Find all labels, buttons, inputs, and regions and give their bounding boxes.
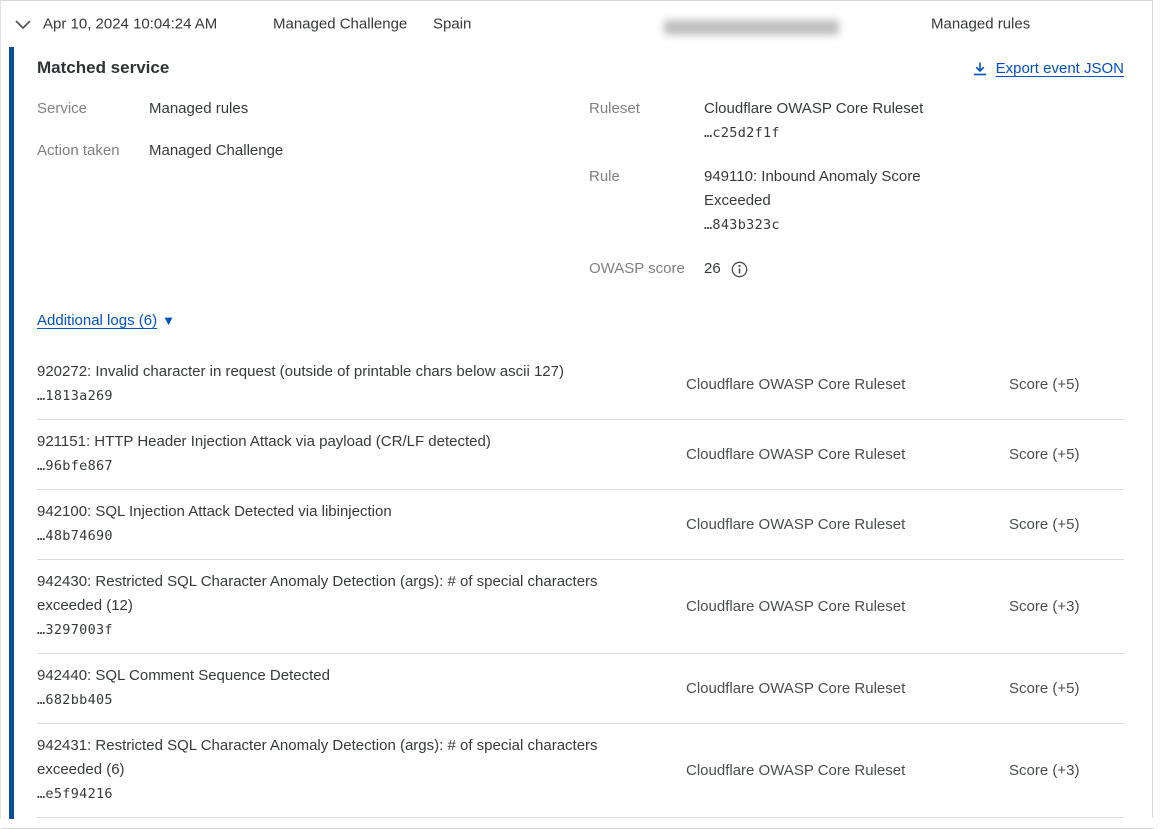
log-rule-id: …48b74690 bbox=[37, 524, 686, 548]
event-action: Managed Challenge bbox=[273, 16, 407, 33]
log-rule-title: 920272: Invalid character in request (ou… bbox=[37, 360, 642, 384]
field-owasp-score: OWASP score 26 bbox=[589, 257, 1009, 281]
field-label: Action taken bbox=[37, 139, 149, 163]
rule-name: 949110: Inbound Anomaly Score Exceeded bbox=[704, 165, 954, 213]
log-rule-id: …3297003f bbox=[37, 618, 686, 642]
log-rule-title: 921151: HTTP Header Injection Attack via… bbox=[37, 430, 642, 454]
ruleset-name: Cloudflare OWASP Core Ruleset bbox=[704, 97, 954, 121]
field-value: Cloudflare OWASP Core Ruleset …c25d2f1f bbox=[704, 97, 954, 145]
redacted-text bbox=[664, 20, 839, 35]
log-title-cell: 942440: SQL Comment Sequence Detected …6… bbox=[37, 664, 686, 712]
log-row: 920272: Invalid character in request (ou… bbox=[37, 350, 1124, 420]
log-score: Score (+5) bbox=[1009, 680, 1124, 697]
field-label: Ruleset bbox=[589, 97, 704, 145]
field-rule: Rule 949110: Inbound Anomaly Score Excee… bbox=[589, 165, 1009, 237]
export-event-json-link[interactable]: Export event JSON bbox=[972, 60, 1124, 77]
ruleset-id: …c25d2f1f bbox=[704, 121, 954, 145]
log-rule-id: …1813a269 bbox=[37, 384, 686, 408]
info-icon[interactable] bbox=[731, 261, 748, 278]
field-action-taken: Action taken Managed Challenge bbox=[37, 139, 283, 163]
export-event-json-label: Export event JSON bbox=[996, 60, 1124, 77]
event-timestamp: Apr 10, 2024 10:04:24 AM bbox=[43, 16, 217, 33]
log-ruleset: Cloudflare OWASP Core Ruleset bbox=[686, 680, 1009, 697]
log-rule-title: 942100: SQL Injection Attack Detected vi… bbox=[37, 500, 642, 524]
log-ruleset: Cloudflare OWASP Core Ruleset bbox=[686, 376, 1009, 393]
log-row: 942431: Restricted SQL Character Anomaly… bbox=[37, 724, 1124, 818]
log-score: Score (+3) bbox=[1009, 762, 1124, 779]
log-ruleset: Cloudflare OWASP Core Ruleset bbox=[686, 516, 1009, 533]
rule-id: …843b323c bbox=[704, 213, 954, 237]
log-title-cell: 942100: SQL Injection Attack Detected vi… bbox=[37, 500, 686, 548]
log-ruleset: Cloudflare OWASP Core Ruleset bbox=[686, 446, 1009, 463]
log-title-cell: 921151: HTTP Header Injection Attack via… bbox=[37, 430, 686, 478]
field-label: Rule bbox=[589, 165, 704, 237]
log-row: 942430: Restricted SQL Character Anomaly… bbox=[37, 560, 1124, 654]
field-service: Service Managed rules bbox=[37, 97, 283, 121]
chevron-down-icon[interactable] bbox=[15, 20, 31, 30]
event-summary-row[interactable]: Apr 10, 2024 10:04:24 AM Managed Challen… bbox=[1, 1, 1152, 47]
event-country: Spain bbox=[433, 16, 471, 33]
matched-service-fields-right: Ruleset Cloudflare OWASP Core Ruleset …c… bbox=[589, 97, 1009, 301]
field-value: Managed rules bbox=[149, 97, 248, 121]
log-rule-title: 942431: Restricted SQL Character Anomaly… bbox=[37, 734, 642, 782]
log-title-cell: 920272: Invalid character in request (ou… bbox=[37, 360, 686, 408]
field-ruleset: Ruleset Cloudflare OWASP Core Ruleset …c… bbox=[589, 97, 1009, 145]
log-row: 942100: SQL Injection Attack Detected vi… bbox=[37, 490, 1124, 560]
additional-logs-toggle[interactable]: Additional logs (6) ▼ bbox=[37, 312, 175, 329]
additional-logs-table: 920272: Invalid character in request (ou… bbox=[37, 350, 1124, 829]
event-detail-panel: Apr 10, 2024 10:04:24 AM Managed Challen… bbox=[0, 0, 1153, 818]
log-rule-id: …96bfe867 bbox=[37, 454, 686, 478]
log-title-cell: 942431: Restricted SQL Character Anomaly… bbox=[37, 734, 686, 806]
caret-down-icon: ▼ bbox=[162, 314, 175, 327]
log-score: Score (+5) bbox=[1009, 516, 1124, 533]
log-title-cell: 942430: Restricted SQL Character Anomaly… bbox=[37, 570, 686, 642]
section-title: Matched service bbox=[37, 58, 169, 78]
matched-service-fields-left: Service Managed rules Action taken Manag… bbox=[37, 97, 283, 181]
field-value: 949110: Inbound Anomaly Score Exceeded …… bbox=[704, 165, 954, 237]
log-ruleset: Cloudflare OWASP Core Ruleset bbox=[686, 762, 1009, 779]
field-label: Service bbox=[37, 97, 149, 121]
log-row: 942440: SQL Comment Sequence Detected …6… bbox=[37, 654, 1124, 724]
log-rule-id: …e5f94216 bbox=[37, 782, 686, 806]
expanded-row-accent-bar bbox=[9, 47, 14, 819]
field-value: Managed Challenge bbox=[149, 139, 283, 163]
field-label: OWASP score bbox=[589, 257, 704, 281]
log-ruleset: Cloudflare OWASP Core Ruleset bbox=[686, 598, 1009, 615]
log-score: Score (+3) bbox=[1009, 598, 1124, 615]
log-score: Score (+5) bbox=[1009, 376, 1124, 393]
log-score: Score (+5) bbox=[1009, 446, 1124, 463]
additional-logs-label: Additional logs (6) bbox=[37, 312, 157, 329]
log-rule-title: 942440: SQL Comment Sequence Detected bbox=[37, 664, 642, 688]
owasp-score-value: 26 bbox=[704, 257, 721, 281]
log-rule-title: 942430: Restricted SQL Character Anomaly… bbox=[37, 570, 642, 618]
log-rule-id: …682bb405 bbox=[37, 688, 686, 712]
field-value: 26 bbox=[704, 257, 954, 281]
log-row: 921151: HTTP Header Injection Attack via… bbox=[37, 420, 1124, 490]
event-service: Managed rules bbox=[931, 16, 1030, 33]
download-icon bbox=[972, 61, 988, 77]
